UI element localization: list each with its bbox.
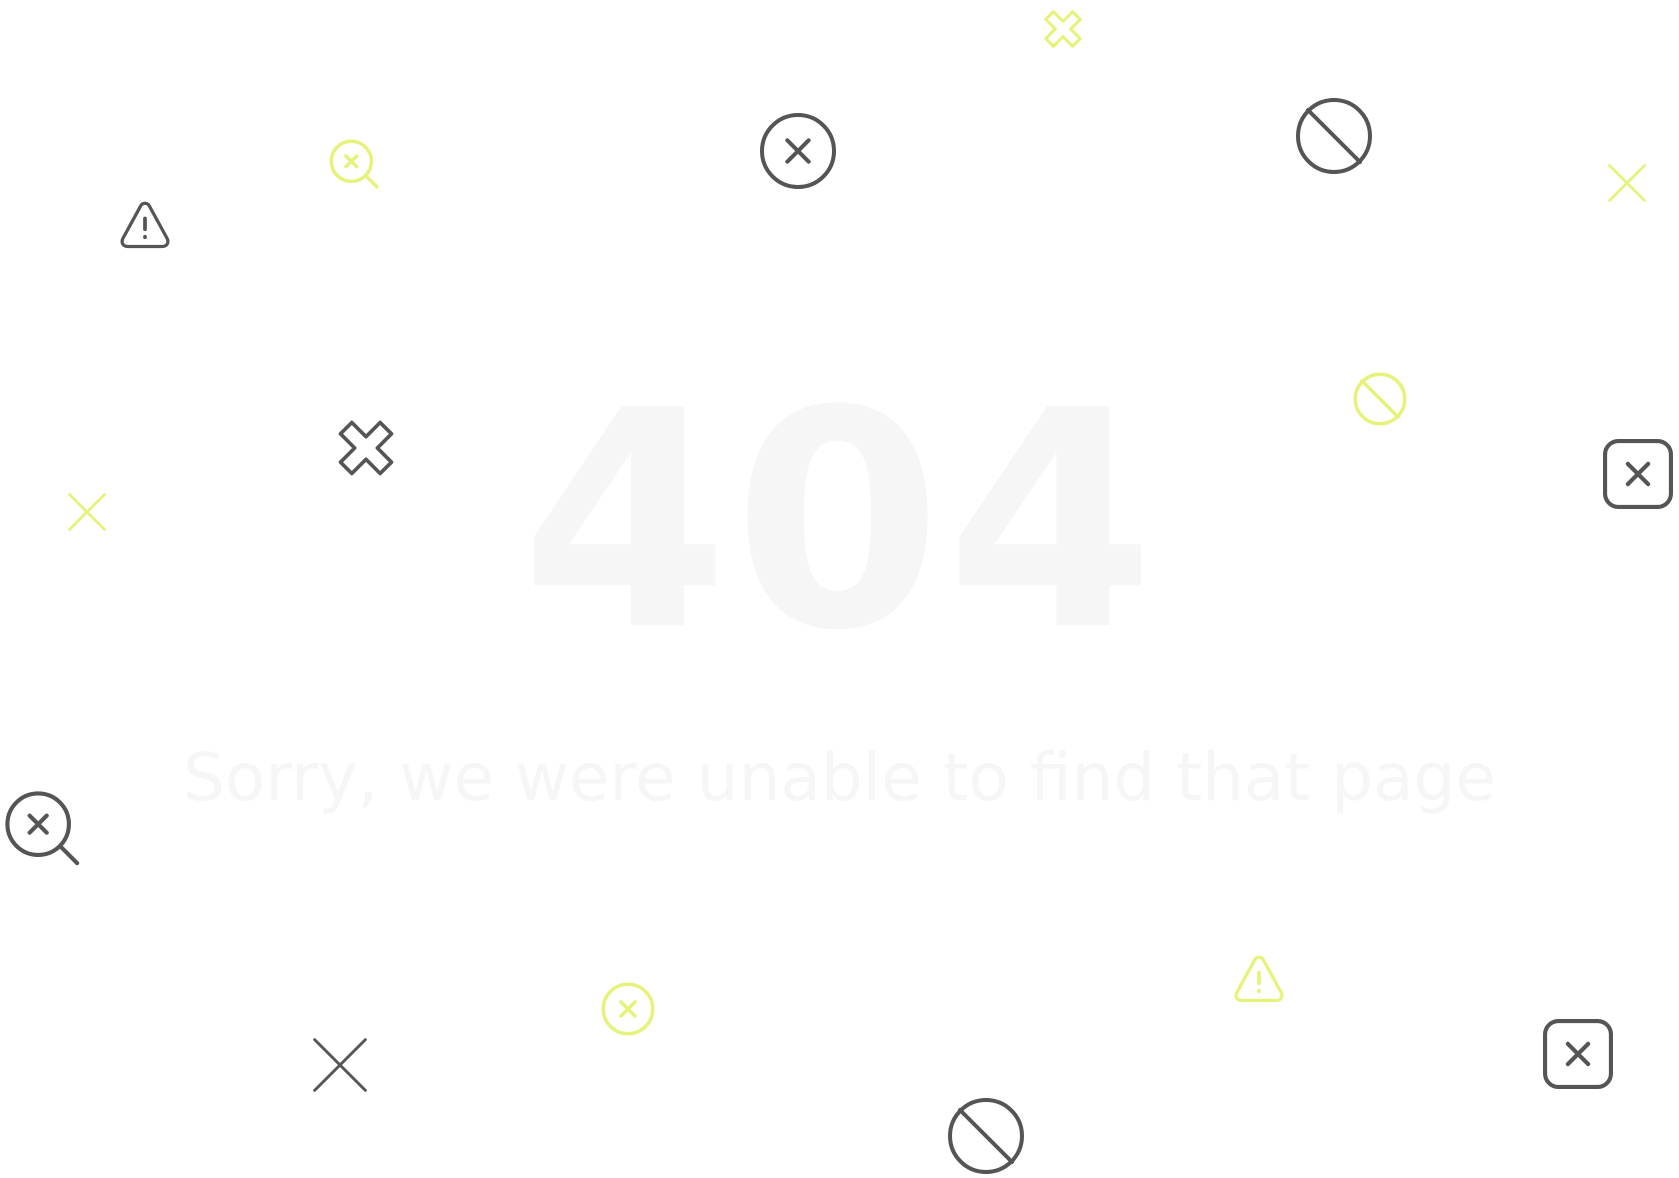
x-circle-icon bbox=[600, 981, 656, 1037]
prohibited-icon bbox=[1294, 96, 1374, 176]
warning-icon bbox=[1231, 952, 1287, 1008]
warning-icon bbox=[117, 198, 173, 254]
x-circle-icon bbox=[758, 111, 838, 191]
error-message: Sorry, we were unable to find that page bbox=[182, 739, 1497, 816]
error-code: 404 bbox=[520, 347, 1159, 696]
x-icon bbox=[311, 1036, 369, 1094]
prohibited-icon bbox=[946, 1096, 1026, 1176]
search-x-icon bbox=[4, 790, 86, 872]
x-icon bbox=[1606, 162, 1648, 204]
close-icon bbox=[1040, 6, 1086, 52]
x-square-icon bbox=[1540, 1016, 1616, 1092]
not-found-page: 404 Sorry, we were unable to find that p… bbox=[0, 0, 1679, 1178]
search-x-icon bbox=[328, 138, 384, 194]
